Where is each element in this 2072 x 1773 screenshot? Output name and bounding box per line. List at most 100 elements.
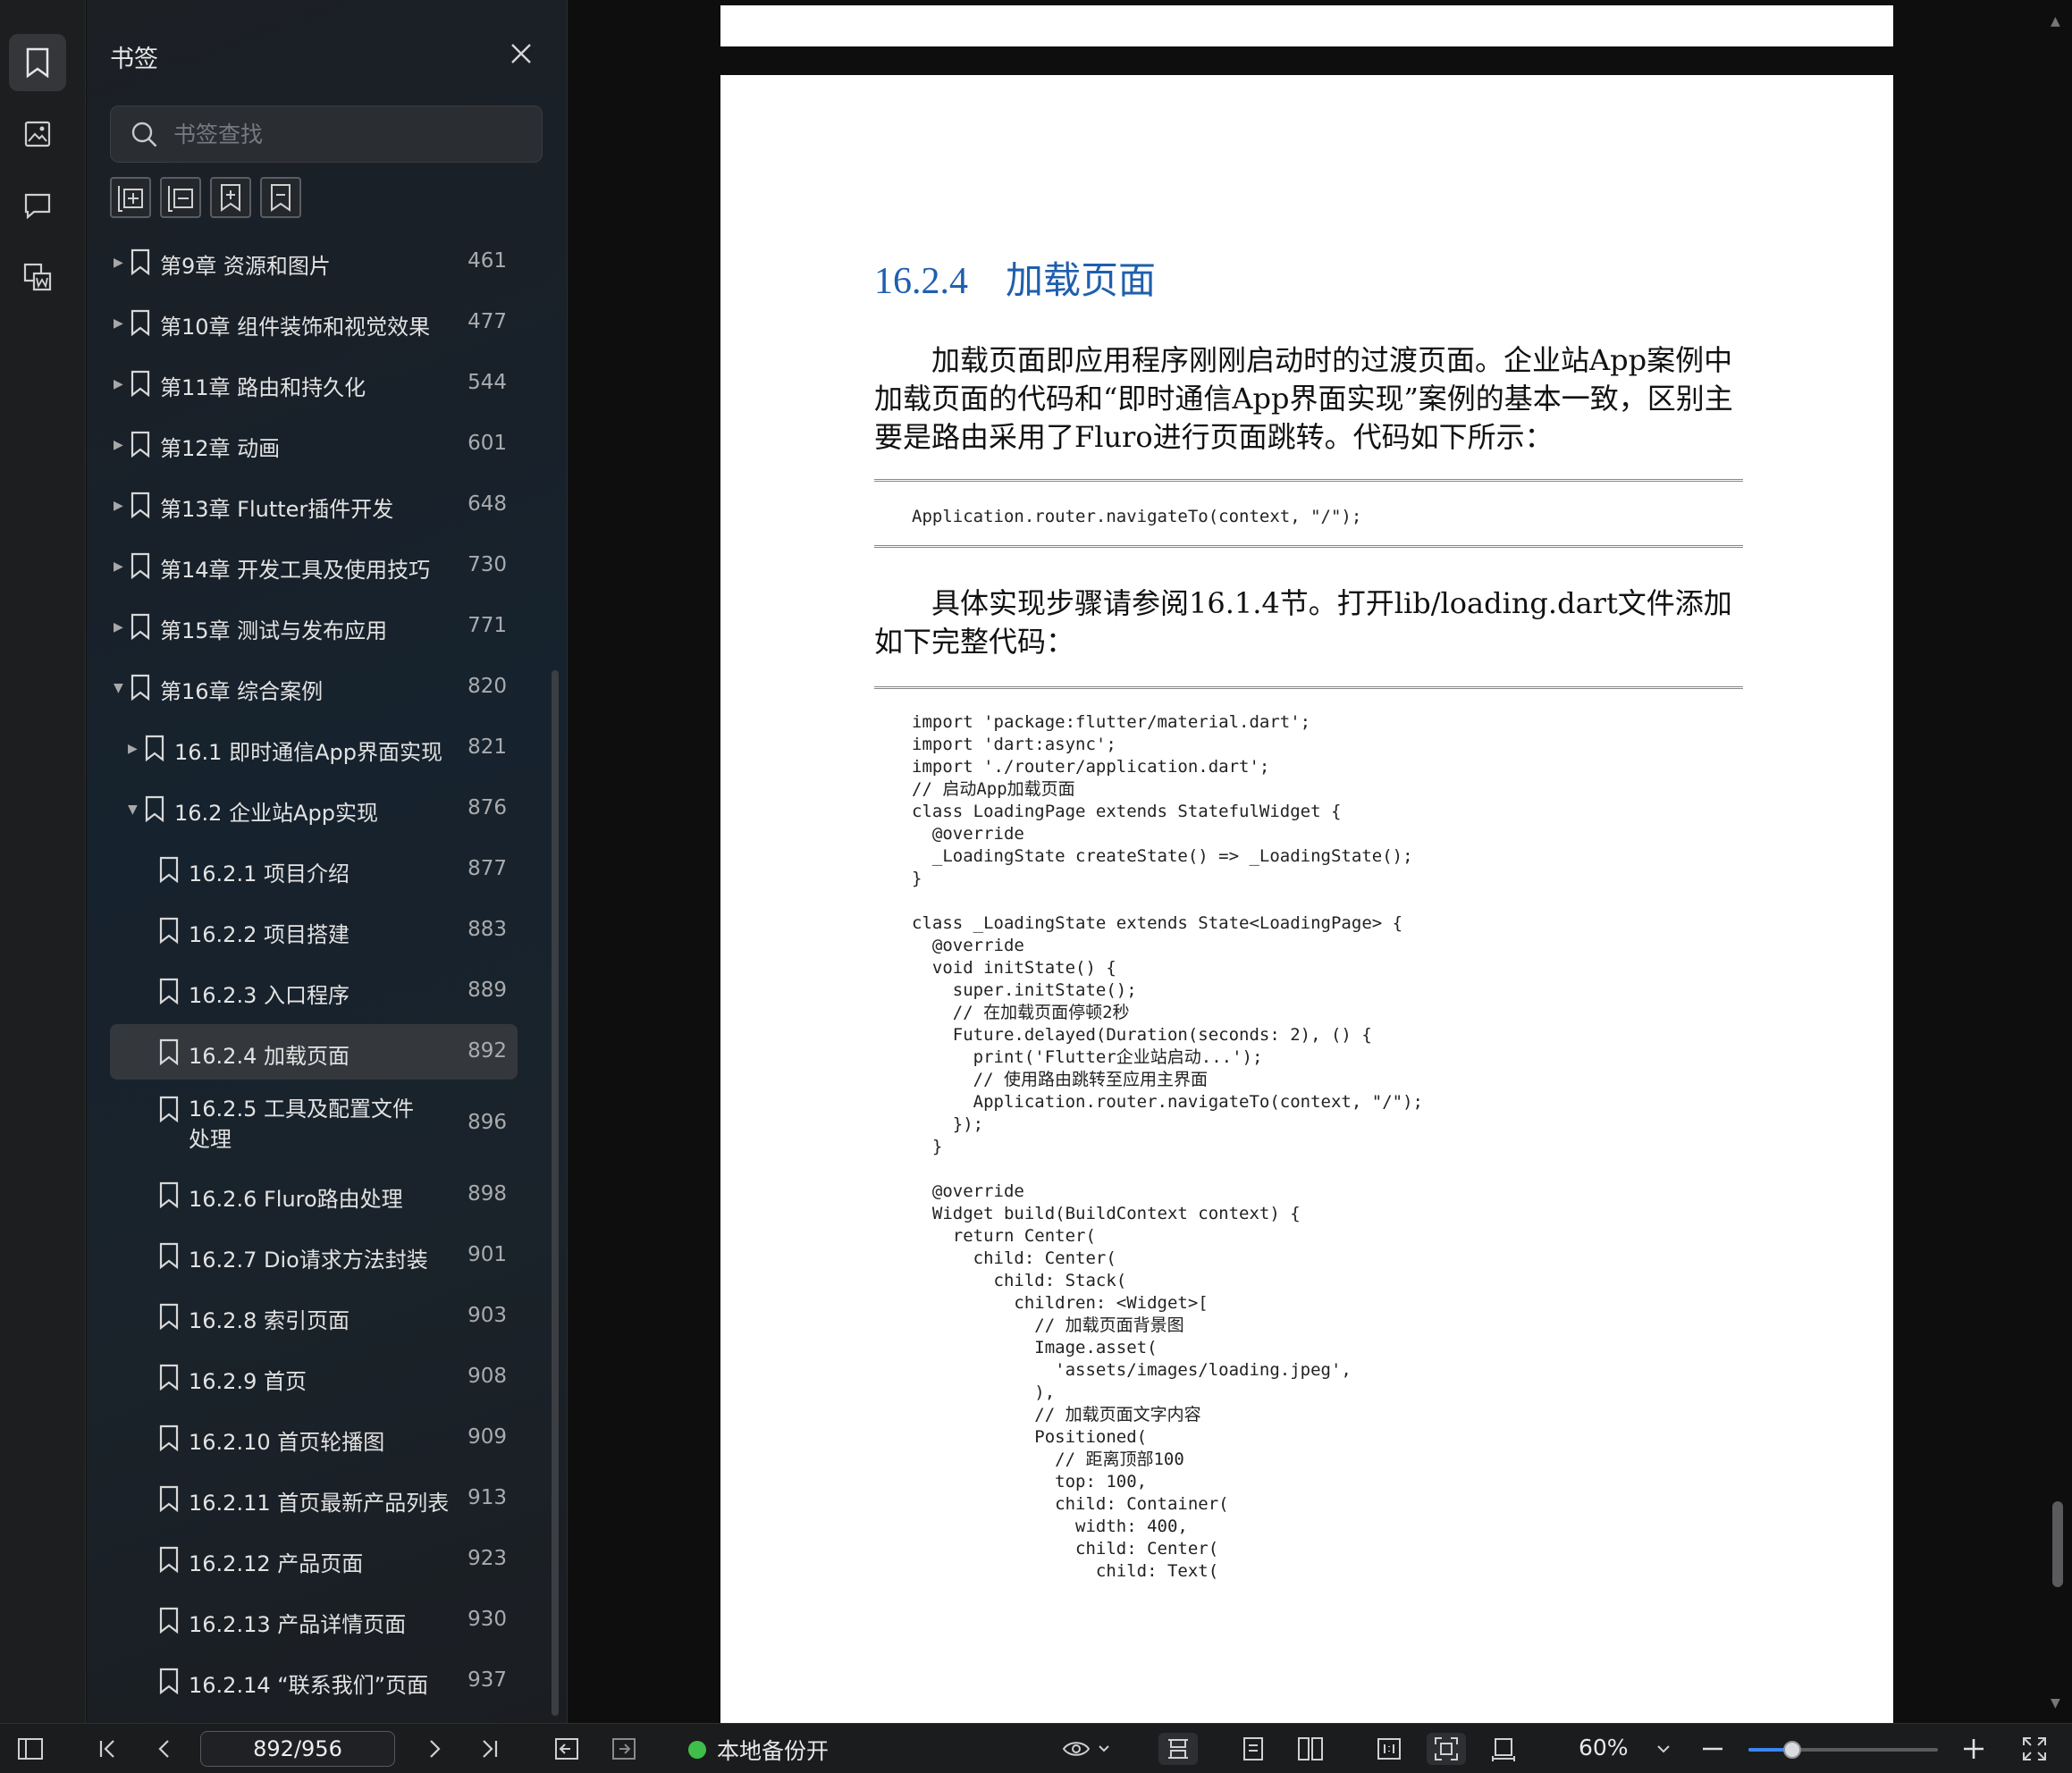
caret-right-icon[interactable]: ▶	[128, 742, 138, 756]
bookmark-item[interactable]: 16.2.1 项目介绍 877	[110, 842, 518, 897]
bookmark-icon	[158, 1546, 180, 1574]
bookmark-item[interactable]: 16.2.10 首页轮播图 909	[110, 1410, 518, 1466]
bookmark-page-number: 876	[467, 796, 507, 819]
close-icon[interactable]	[507, 39, 535, 68]
bookmark-label: 16.2.4 加载页面	[189, 1044, 350, 1069]
toggle-sidebar-icon[interactable]	[13, 1733, 48, 1765]
bookmark-label: 16.2.7 Dio请求方法封装	[189, 1248, 428, 1273]
go-back-icon[interactable]	[549, 1733, 585, 1765]
zoom-slider-handle[interactable]	[1782, 1741, 1801, 1759]
bookmark-item[interactable]: ▶ 第13章 Flutter插件开发 648	[110, 477, 518, 533]
bookmark-item[interactable]: ▶ 第15章 测试与发布应用 771	[110, 599, 518, 654]
bookmark-icon	[130, 613, 151, 641]
caret-right-icon[interactable]: ▶	[114, 256, 123, 270]
bookmark-search-box[interactable]	[110, 105, 543, 163]
bookmark-item[interactable]: ▶ 16.1 即时通信App界面实现 821	[110, 720, 518, 776]
zoom-out-icon[interactable]	[1697, 1733, 1729, 1765]
last-page-icon[interactable]	[472, 1733, 508, 1765]
bookmark-panel-icon[interactable]	[9, 34, 66, 91]
bookmark-item[interactable]: 16.2.12 产品页面 923	[110, 1532, 518, 1587]
expand-all-icon[interactable]	[110, 177, 151, 218]
page-split-view-icon[interactable]	[1158, 1733, 1198, 1765]
caret-right-icon[interactable]: ▶	[114, 499, 123, 513]
bookmark-page-number: 477	[467, 310, 507, 333]
bookmark-icon	[130, 492, 151, 519]
bookmark-label: 16.2.1 项目介绍	[189, 861, 350, 886]
bookmark-item[interactable]: 16.2.13 产品详情页面 930	[110, 1592, 518, 1648]
zoom-dropdown-chevron-icon[interactable]	[1650, 1733, 1677, 1765]
remove-bookmark-icon[interactable]	[260, 177, 301, 218]
bookmark-item[interactable]: ▼ 16.2 企业站App实现 876	[110, 781, 518, 836]
bookmark-icon	[158, 1424, 180, 1452]
zoom-slider[interactable]	[1748, 1741, 1938, 1759]
single-page-icon[interactable]	[1235, 1733, 1271, 1765]
bookmark-page-number: 908	[467, 1365, 507, 1388]
scroll-down-arrow-icon[interactable]: ▼	[2051, 1696, 2060, 1710]
bookmark-icon	[130, 552, 151, 580]
zoom-level[interactable]: 60%	[1579, 1735, 1629, 1760]
code-block-2: import 'package:flutter/material.dart'; …	[912, 712, 1423, 1581]
bookmark-search-input[interactable]	[173, 106, 531, 162]
caret-right-icon[interactable]: ▶	[114, 559, 123, 574]
add-bookmark-icon[interactable]	[210, 177, 251, 218]
bookmark-icon	[158, 856, 180, 884]
bookmark-item[interactable]: 16.2.4 加载页面 892	[110, 1024, 518, 1080]
caret-right-icon[interactable]: ▶	[114, 316, 123, 331]
scroll-up-arrow-icon[interactable]: ▲	[2051, 14, 2060, 29]
caret-right-icon[interactable]: ▶	[114, 620, 123, 634]
bookmark-page-number: 877	[467, 857, 507, 880]
bookmark-item[interactable]: 16.2.3 入口程序 889	[110, 963, 518, 1019]
zoom-in-icon[interactable]	[1958, 1733, 1990, 1765]
bookmark-icon	[158, 1485, 180, 1513]
bookmark-label: 16.2.8 索引页面	[189, 1308, 350, 1333]
panel-scrollbar[interactable]	[552, 670, 559, 1716]
bookmark-icon	[158, 1242, 180, 1270]
bookmark-item[interactable]: 16.2.8 索引页面 903	[110, 1289, 518, 1344]
bookmark-item[interactable]: ▶ 第10章 组件装饰和视觉效果 477	[110, 295, 518, 350]
actual-size-icon[interactable]	[1371, 1733, 1407, 1765]
word-export-icon[interactable]	[9, 248, 66, 306]
caret-down-icon[interactable]: ▼	[128, 802, 138, 817]
bookmark-label: 16.2.6 Fluro路由处理	[189, 1187, 403, 1212]
collapse-all-icon[interactable]	[160, 177, 201, 218]
comment-icon[interactable]	[9, 177, 66, 234]
bookmark-item[interactable]: 16.2.9 首页 908	[110, 1349, 518, 1405]
document-viewer[interactable]: 16.2.4 加载页面 加载页面即应用程序刚刚启动时的过渡页面。企业站App案例中…	[569, 0, 2072, 1723]
bookmark-item[interactable]: ▶ 第14章 开发工具及使用技巧 730	[110, 538, 518, 593]
bookmark-page-number: 648	[467, 492, 507, 516]
bookmark-icon	[144, 735, 165, 762]
fit-width-icon[interactable]	[1486, 1733, 1521, 1765]
bookmark-item[interactable]: 16.2.11 首页最新产品列表 913	[110, 1471, 518, 1526]
bookmark-page-number: 913	[467, 1486, 507, 1509]
bookmark-item[interactable]: 16.2.6 Fluro路由处理 898	[110, 1167, 518, 1223]
caret-down-icon[interactable]: ▼	[114, 681, 123, 695]
reading-mode-eye-icon[interactable]	[1060, 1733, 1114, 1765]
bookmark-item[interactable]: ▶ 第11章 路由和持久化 544	[110, 356, 518, 411]
status-bar: 892/956 本地备份开 60%	[0, 1723, 2072, 1773]
previous-page-icon[interactable]	[147, 1733, 182, 1765]
bookmark-item[interactable]: ▶ 第12章 动画 601	[110, 416, 518, 472]
fullscreen-icon[interactable]	[2017, 1733, 2052, 1765]
go-forward-icon[interactable]	[606, 1733, 642, 1765]
viewer-scrollbar[interactable]	[2052, 1501, 2063, 1587]
fit-page-icon[interactable]	[1427, 1733, 1466, 1765]
page-number-input[interactable]: 892/956	[200, 1731, 395, 1767]
bookmark-item[interactable]: 16.2.5 工具及配置文件处理 896	[110, 1085, 518, 1162]
bookmark-item[interactable]: ▼ 第16章 综合案例 820	[110, 660, 518, 715]
local-backup-toggle[interactable]: 本地备份开	[688, 1734, 829, 1766]
bookmark-item[interactable]: 16.2.2 项目搭建 883	[110, 903, 518, 958]
thumbnail-icon[interactable]	[9, 105, 66, 163]
bookmark-item[interactable]: 16.2.14 “联系我们”页面 937	[110, 1653, 518, 1709]
bookmark-page-number: 923	[467, 1547, 507, 1570]
next-page-icon[interactable]	[417, 1733, 452, 1765]
bookmark-label: 16.1 即时通信App界面实现	[174, 740, 442, 765]
bookmark-page-number: 937	[467, 1668, 507, 1692]
caret-right-icon[interactable]: ▶	[114, 377, 123, 391]
double-page-icon[interactable]	[1293, 1733, 1328, 1765]
first-page-icon[interactable]	[89, 1733, 125, 1765]
bookmark-page-number: 930	[467, 1608, 507, 1631]
bookmark-item[interactable]: ▶ 第9章 资源和图片 461	[110, 234, 518, 290]
caret-right-icon[interactable]: ▶	[114, 438, 123, 452]
bookmark-item[interactable]: 16.2.7 Dio请求方法封装 901	[110, 1228, 518, 1283]
code-rule-top	[874, 479, 1743, 482]
